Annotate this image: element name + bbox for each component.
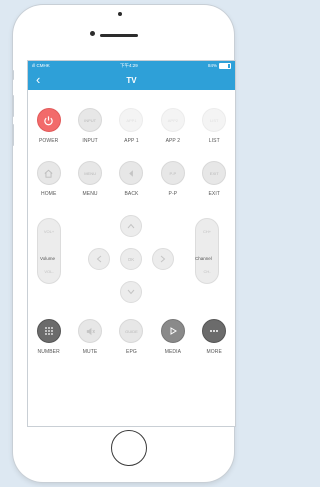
epg-cell: GUIDE EPG	[111, 319, 152, 355]
battery-icon	[219, 62, 231, 69]
more-icon	[209, 329, 219, 333]
power-cell: POWER	[28, 108, 69, 144]
input-cell: INPUT INPUT	[69, 108, 110, 144]
home-cell: HOME	[28, 161, 69, 197]
dpad-ok-button[interactable]: OK	[120, 248, 142, 270]
app1-button[interactable]: APP1	[119, 108, 144, 132]
channel-label: Channel	[195, 256, 212, 261]
chevron-down-icon	[127, 289, 135, 296]
epg-button[interactable]: GUIDE	[119, 319, 144, 343]
list-label: LIST	[208, 138, 220, 144]
media-button[interactable]	[160, 319, 185, 343]
carrier-text: ıll CMHK	[32, 63, 50, 68]
battery-indicator: 84%	[207, 62, 231, 69]
clock-text: 下午4:29	[119, 62, 138, 68]
row-navigation: HOME MENU MENU BACK P-P P-P EXIT EXIT	[28, 161, 235, 197]
mute-label: MUTE	[82, 349, 98, 355]
home-key-button[interactable]	[36, 161, 61, 185]
mute-button[interactable]	[78, 319, 103, 343]
menu-button[interactable]: MENU	[78, 161, 103, 185]
app1-label: APP 1	[124, 138, 139, 144]
row-primary: POWER INPUT INPUT APP1 APP 1 APP2 APP 2 …	[28, 108, 235, 144]
epg-label: EPG	[126, 349, 137, 355]
mute-icon	[85, 326, 96, 337]
number-cell: NUMBER	[28, 319, 69, 355]
pp-label: P-P	[168, 191, 178, 197]
more-button[interactable]	[202, 319, 227, 343]
play-icon	[168, 326, 178, 336]
pp-button[interactable]: P-P	[160, 161, 185, 185]
volume-rocker: VOL+ VOL-	[37, 218, 61, 284]
volume-down-key	[12, 124, 14, 146]
volume-up-button[interactable]: VOL+	[38, 219, 60, 243]
power-icon	[43, 115, 54, 126]
proximity-sensor	[118, 12, 122, 16]
pp-cell: P-P P-P	[152, 161, 193, 197]
chevron-up-icon	[127, 223, 135, 230]
app2-cell: APP2 APP 2	[152, 108, 193, 144]
menu-label: MENU	[82, 191, 98, 197]
media-cell: MEDIA	[152, 319, 193, 355]
channel-down-button[interactable]: CH-	[196, 259, 218, 283]
channel-rocker: CH+ CH-	[195, 218, 219, 284]
keypad-icon	[44, 326, 54, 336]
exit-cell: EXIT EXIT	[194, 161, 235, 197]
volume-label: Volume	[40, 256, 56, 261]
number-label: NUMBER	[37, 349, 60, 355]
dpad-down-button[interactable]	[120, 281, 142, 303]
list-cell: LIST LIST	[194, 108, 235, 144]
more-label: MORE	[206, 349, 222, 355]
list-button[interactable]: LIST	[202, 108, 227, 132]
more-cell: MORE	[194, 319, 235, 355]
dpad-right-button[interactable]	[152, 248, 174, 270]
menu-cell: MENU MENU	[69, 161, 110, 197]
mute-cell: MUTE	[69, 319, 110, 355]
chevron-right-icon	[160, 255, 166, 264]
app2-button[interactable]: APP2	[160, 108, 185, 132]
input-label: INPUT	[82, 138, 98, 144]
nav-bar: ‹ TV	[28, 70, 235, 90]
row-extras: NUMBER MUTE GUIDE EPG MEDIA MORE	[28, 319, 235, 355]
volume-down-button[interactable]: VOL-	[38, 259, 60, 283]
page-title: TV	[126, 75, 137, 85]
battery-percent: 84%	[207, 63, 217, 68]
home-button[interactable]	[111, 430, 147, 466]
media-label: MEDIA	[164, 349, 182, 355]
back-arrow-icon[interactable]: ‹	[36, 73, 40, 86]
back-cell: BACK	[111, 161, 152, 197]
status-bar: ıll CMHK 下午4:29 84%	[28, 61, 235, 70]
power-label: POWER	[39, 138, 59, 144]
back-label: BACK	[124, 191, 139, 197]
input-button[interactable]: INPUT	[78, 108, 103, 132]
home-icon	[43, 168, 54, 179]
mute-switch	[12, 70, 14, 80]
earpiece-speaker	[100, 34, 138, 37]
dpad-left-button[interactable]	[88, 248, 110, 270]
back-button[interactable]	[119, 161, 144, 185]
dpad-up-button[interactable]	[120, 215, 142, 237]
app-screen: ıll CMHK 下午4:29 84% ‹ TV POWER INPUT INP…	[27, 60, 236, 427]
chevron-left-icon	[96, 255, 102, 264]
power-button[interactable]	[36, 108, 61, 132]
app2-label: APP 2	[165, 138, 181, 144]
front-camera	[90, 31, 95, 36]
volume-up-key	[12, 95, 14, 117]
back-icon	[126, 168, 137, 179]
home-label: HOME	[40, 191, 57, 197]
number-button[interactable]	[36, 319, 61, 343]
app1-cell: APP1 APP 1	[111, 108, 152, 144]
channel-up-button[interactable]: CH+	[196, 219, 218, 243]
exit-button[interactable]: EXIT	[202, 161, 227, 185]
exit-label: EXIT	[208, 191, 221, 197]
